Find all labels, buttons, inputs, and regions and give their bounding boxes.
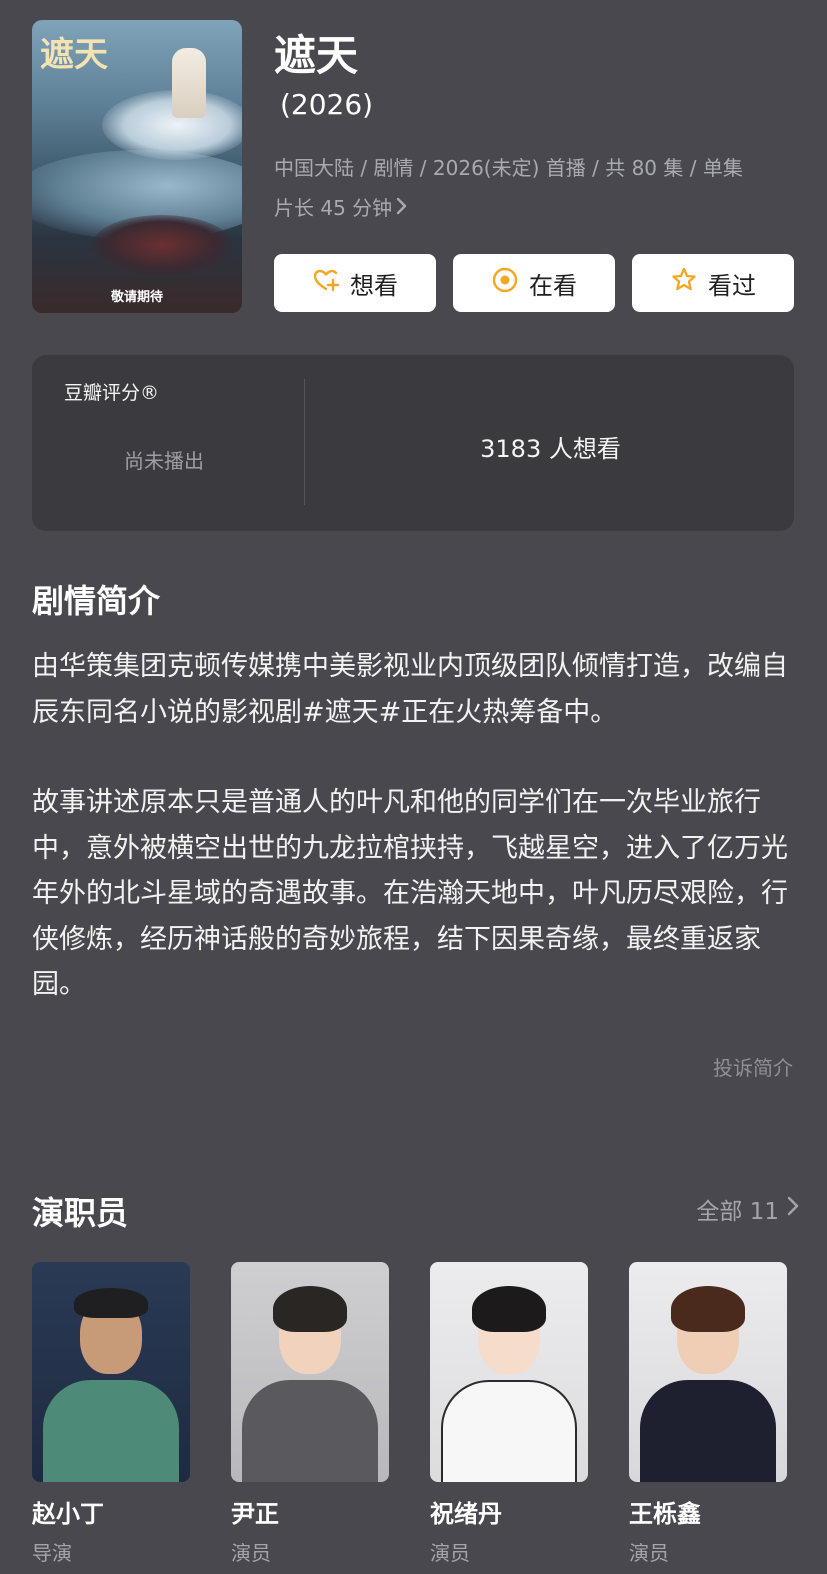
poster-group-art: [92, 215, 232, 275]
cast-photo: [629, 1262, 787, 1482]
watching-label: 在看: [529, 271, 577, 300]
cast-all-label: 全部 11: [696, 1199, 779, 1225]
cast-photo: [32, 1262, 190, 1482]
meta-line-2-text: 片长 45 分钟: [274, 196, 393, 220]
star-icon: [670, 266, 698, 300]
chevron-right-icon: [787, 1196, 799, 1222]
show-title: 遮天: [274, 31, 359, 80]
watched-button[interactable]: 看过: [632, 254, 794, 312]
synopsis-paragraph: 故事讲述原本只是普通人的叶凡和他的同学们在一次毕业旅行中，意外被横空出世的九龙拉…: [32, 787, 788, 1000]
chevron-right-icon: [396, 188, 408, 228]
poster-image[interactable]: 遮天 敬请期待: [32, 20, 242, 313]
poster-caption: 敬请期待: [110, 290, 163, 305]
target-circle-icon: [491, 266, 519, 300]
cast-name: 祝绪丹: [430, 1500, 502, 1528]
cast-card[interactable]: 王栎鑫 演员: [629, 1262, 787, 1566]
cast-name: 王栎鑫: [629, 1500, 701, 1528]
cast-all-link[interactable]: 全部 11: [696, 1192, 799, 1226]
synopsis-heading: 剧情简介: [32, 582, 161, 620]
cast-card[interactable]: 祝绪丹 演员: [430, 1262, 588, 1566]
rating-divider: [304, 379, 305, 505]
watching-button[interactable]: 在看: [453, 254, 615, 312]
show-meta[interactable]: 中国大陆 / 剧情 / 2026(未定) 首播 / 共 80 集 / 单集 片长…: [274, 148, 804, 228]
watched-label: 看过: [708, 271, 756, 300]
report-synopsis-link[interactable]: 投诉简介: [713, 1052, 793, 1081]
cast-card[interactable]: 赵小丁 导演: [32, 1262, 190, 1566]
cast-photo: [231, 1262, 389, 1482]
cast-card[interactable]: 尹正 演员: [231, 1262, 389, 1566]
heart-plus-icon: [312, 266, 340, 300]
cast-role: 演员: [629, 1541, 669, 1565]
cast-name: 尹正: [231, 1500, 279, 1528]
poster-figure-art: [172, 48, 206, 118]
cast-role: 演员: [231, 1541, 271, 1565]
want-label: 想看: [350, 271, 398, 300]
meta-line-1: 中国大陆 / 剧情 / 2026(未定) 首播 / 共 80 集 / 单集: [274, 156, 743, 180]
show-year: (2026): [280, 88, 374, 121]
cast-role: 演员: [430, 1541, 470, 1565]
cast-heading: 演职员: [32, 1194, 129, 1232]
meta-line-2: 片长 45 分钟: [274, 188, 804, 228]
rating-status: 尚未播出: [124, 449, 204, 473]
rating-card[interactable]: 豆瓣评分® 尚未播出 3183 人想看: [32, 355, 794, 531]
want-button[interactable]: 想看: [274, 254, 436, 312]
rating-label: 豆瓣评分®: [64, 382, 160, 404]
synopsis-text: 由华策集团克顿传媒携中美影视业内顶级团队倾情打造，改编自辰东同名小说的影视剧#遮…: [32, 644, 794, 1008]
synopsis-paragraph: 由华策集团克顿传媒携中美影视业内顶级团队倾情打造，改编自辰东同名小说的影视剧#遮…: [32, 651, 788, 728]
cast-role: 导演: [32, 1541, 72, 1565]
cast-photo: [430, 1262, 588, 1482]
cast-name: 赵小丁: [32, 1500, 104, 1528]
poster-calligraphy: 遮天: [40, 35, 108, 75]
want-count: 3183 人想看: [480, 435, 621, 463]
